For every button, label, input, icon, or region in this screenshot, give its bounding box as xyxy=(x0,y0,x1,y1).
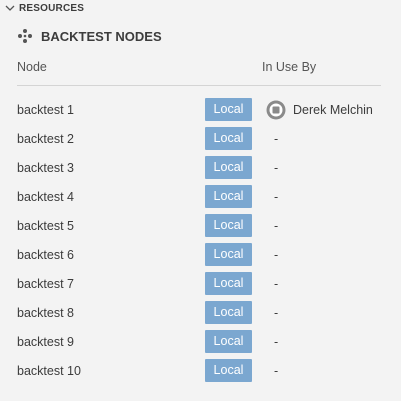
chevron-down-icon xyxy=(5,5,15,11)
in-use-by: - xyxy=(274,132,279,146)
table-header: Node In Use By xyxy=(17,60,381,80)
table-row: backtest 10 Local - xyxy=(17,356,381,385)
node-name: backtest 9 xyxy=(17,335,74,349)
panel-header: BACKTEST NODES xyxy=(17,27,162,45)
in-use-by: - xyxy=(274,190,279,204)
local-badge[interactable]: Local xyxy=(205,272,252,295)
nodes-icon xyxy=(18,29,32,43)
in-use-by-user: Derek Melchin xyxy=(293,103,373,117)
in-use-by: - xyxy=(274,306,279,320)
in-use-by: - xyxy=(274,248,279,262)
node-name: backtest 7 xyxy=(17,277,74,291)
in-use-by: - xyxy=(274,335,279,349)
table-row: backtest 6 Local - xyxy=(17,240,381,269)
node-name: backtest 5 xyxy=(17,219,74,233)
table-row: backtest 9 Local - xyxy=(17,327,381,356)
panel-title: BACKTEST NODES xyxy=(41,28,162,44)
section-title: RESOURCES xyxy=(19,2,85,14)
local-badge[interactable]: Local xyxy=(205,243,252,266)
local-badge[interactable]: Local xyxy=(205,301,252,324)
local-badge[interactable]: Local xyxy=(205,359,252,382)
header-divider xyxy=(17,85,381,86)
table-row: backtest 8 Local - xyxy=(17,298,381,327)
column-header-node: Node xyxy=(17,60,47,74)
local-badge[interactable]: Local xyxy=(205,156,252,179)
local-badge[interactable]: Local xyxy=(205,330,252,353)
table-row: backtest 4 Local - xyxy=(17,182,381,211)
resources-panel: RESOURCES BACKTEST NODES Node In Use By … xyxy=(0,0,401,401)
nodes-table-body: backtest 1 Local Derek Melchin backtest … xyxy=(17,95,381,385)
stop-icon[interactable] xyxy=(266,100,286,120)
local-badge[interactable]: Local xyxy=(205,185,252,208)
local-badge[interactable]: Local xyxy=(205,214,252,237)
in-use-by: - xyxy=(274,277,279,291)
table-row: backtest 3 Local - xyxy=(17,153,381,182)
table-row: backtest 5 Local - xyxy=(17,211,381,240)
node-name: backtest 2 xyxy=(17,132,74,146)
local-badge[interactable]: Local xyxy=(205,98,252,121)
column-header-in-use-by: In Use By xyxy=(262,60,317,74)
node-name: backtest 3 xyxy=(17,161,74,175)
in-use-by: - xyxy=(274,161,279,175)
local-badge[interactable]: Local xyxy=(205,127,252,150)
table-row: backtest 1 Local Derek Melchin xyxy=(17,95,381,124)
table-row: backtest 7 Local - xyxy=(17,269,381,298)
in-use-by: Derek Melchin xyxy=(266,99,373,121)
in-use-by: - xyxy=(274,219,279,233)
node-name: backtest 4 xyxy=(17,190,74,204)
table-row: backtest 2 Local - xyxy=(17,124,381,153)
resources-section-header[interactable]: RESOURCES xyxy=(4,0,84,16)
node-name: backtest 6 xyxy=(17,248,74,262)
node-name: backtest 10 xyxy=(17,364,81,378)
node-name: backtest 8 xyxy=(17,306,74,320)
node-name: backtest 1 xyxy=(17,103,74,117)
in-use-by: - xyxy=(274,364,279,378)
